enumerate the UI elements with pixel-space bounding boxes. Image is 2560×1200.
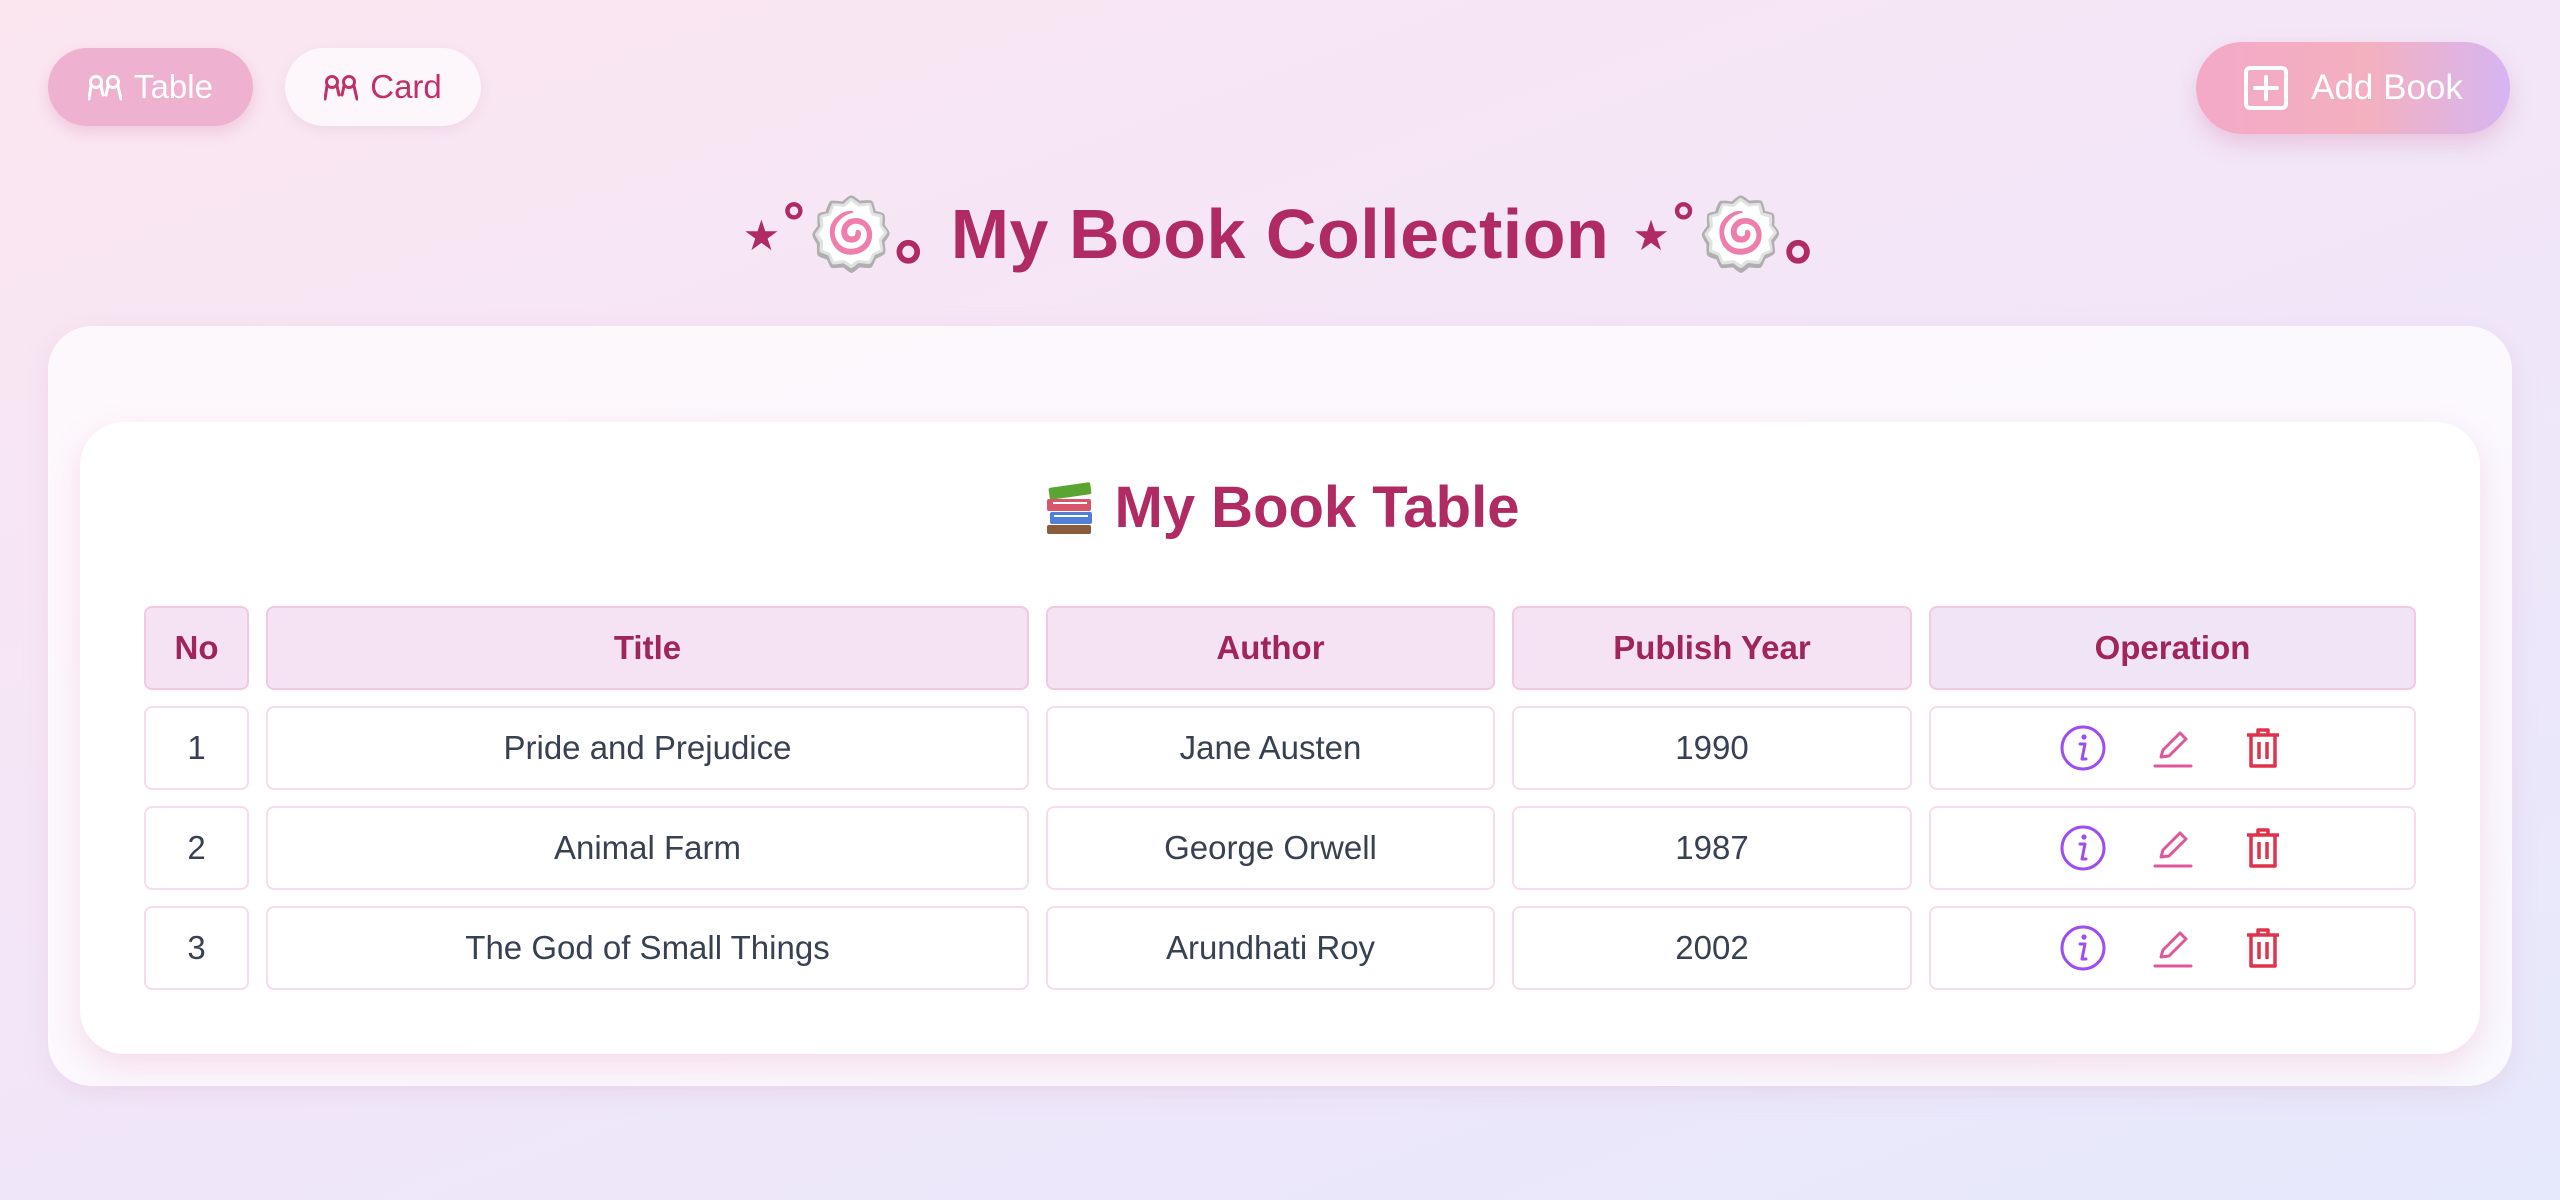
add-book-label: Add Book <box>2311 68 2463 107</box>
table-cell-year: 1987 <box>1512 806 1912 890</box>
column-header-operation: Operation <box>1929 606 2416 690</box>
edit-icon[interactable] <box>2149 824 2197 872</box>
table-cell-no: 3 <box>144 906 249 990</box>
table-view-label: Table <box>134 68 213 105</box>
info-icon[interactable] <box>2059 924 2107 972</box>
trash-icon[interactable] <box>2239 824 2287 872</box>
books-icon <box>1046 481 1092 534</box>
column-header-author: Author <box>1046 606 1495 690</box>
page-title: ⋆˚🍥｡ My Book Collection ⋆˚🍥｡ <box>739 195 1821 273</box>
table-view-button[interactable]: Table <box>48 48 253 126</box>
column-header-publish-year: Publish Year <box>1512 606 1912 690</box>
table-cell-title: The God of Small Things <box>266 906 1029 990</box>
card-view-button[interactable]: Card <box>285 48 481 126</box>
column-header-title: Title <box>266 606 1029 690</box>
table-cell-operations <box>1929 706 2416 790</box>
glasses-icon <box>88 75 123 101</box>
table-cell-author: Jane Austen <box>1046 706 1495 790</box>
info-icon[interactable] <box>2059 724 2107 772</box>
table-cell-author: George Orwell <box>1046 806 1495 890</box>
trash-icon[interactable] <box>2239 724 2287 772</box>
column-header-no: No <box>144 606 249 690</box>
table-cell-author: Arundhati Roy <box>1046 906 1495 990</box>
table-cell-year: 1990 <box>1512 706 1912 790</box>
edit-icon[interactable] <box>2149 924 2197 972</box>
table-cell-no: 1 <box>144 706 249 790</box>
table-cell-operations <box>1929 906 2416 990</box>
trash-icon[interactable] <box>2239 924 2287 972</box>
table-cell-operations <box>1929 806 2416 890</box>
add-book-button[interactable]: Add Book <box>2196 42 2510 134</box>
edit-icon[interactable] <box>2149 724 2197 772</box>
card-view-label: Card <box>370 68 442 105</box>
glasses-icon <box>324 75 359 101</box>
card-title: My Book Table <box>1114 475 1520 540</box>
table-cell-year: 2002 <box>1512 906 1912 990</box>
card-title-row: My Book Table <box>0 474 2560 541</box>
table-cell-no: 2 <box>144 806 249 890</box>
info-icon[interactable] <box>2059 824 2107 872</box>
plus-square-icon <box>2244 66 2289 110</box>
table-cell-title: Animal Farm <box>266 806 1029 890</box>
table-cell-title: Pride and Prejudice <box>266 706 1029 790</box>
